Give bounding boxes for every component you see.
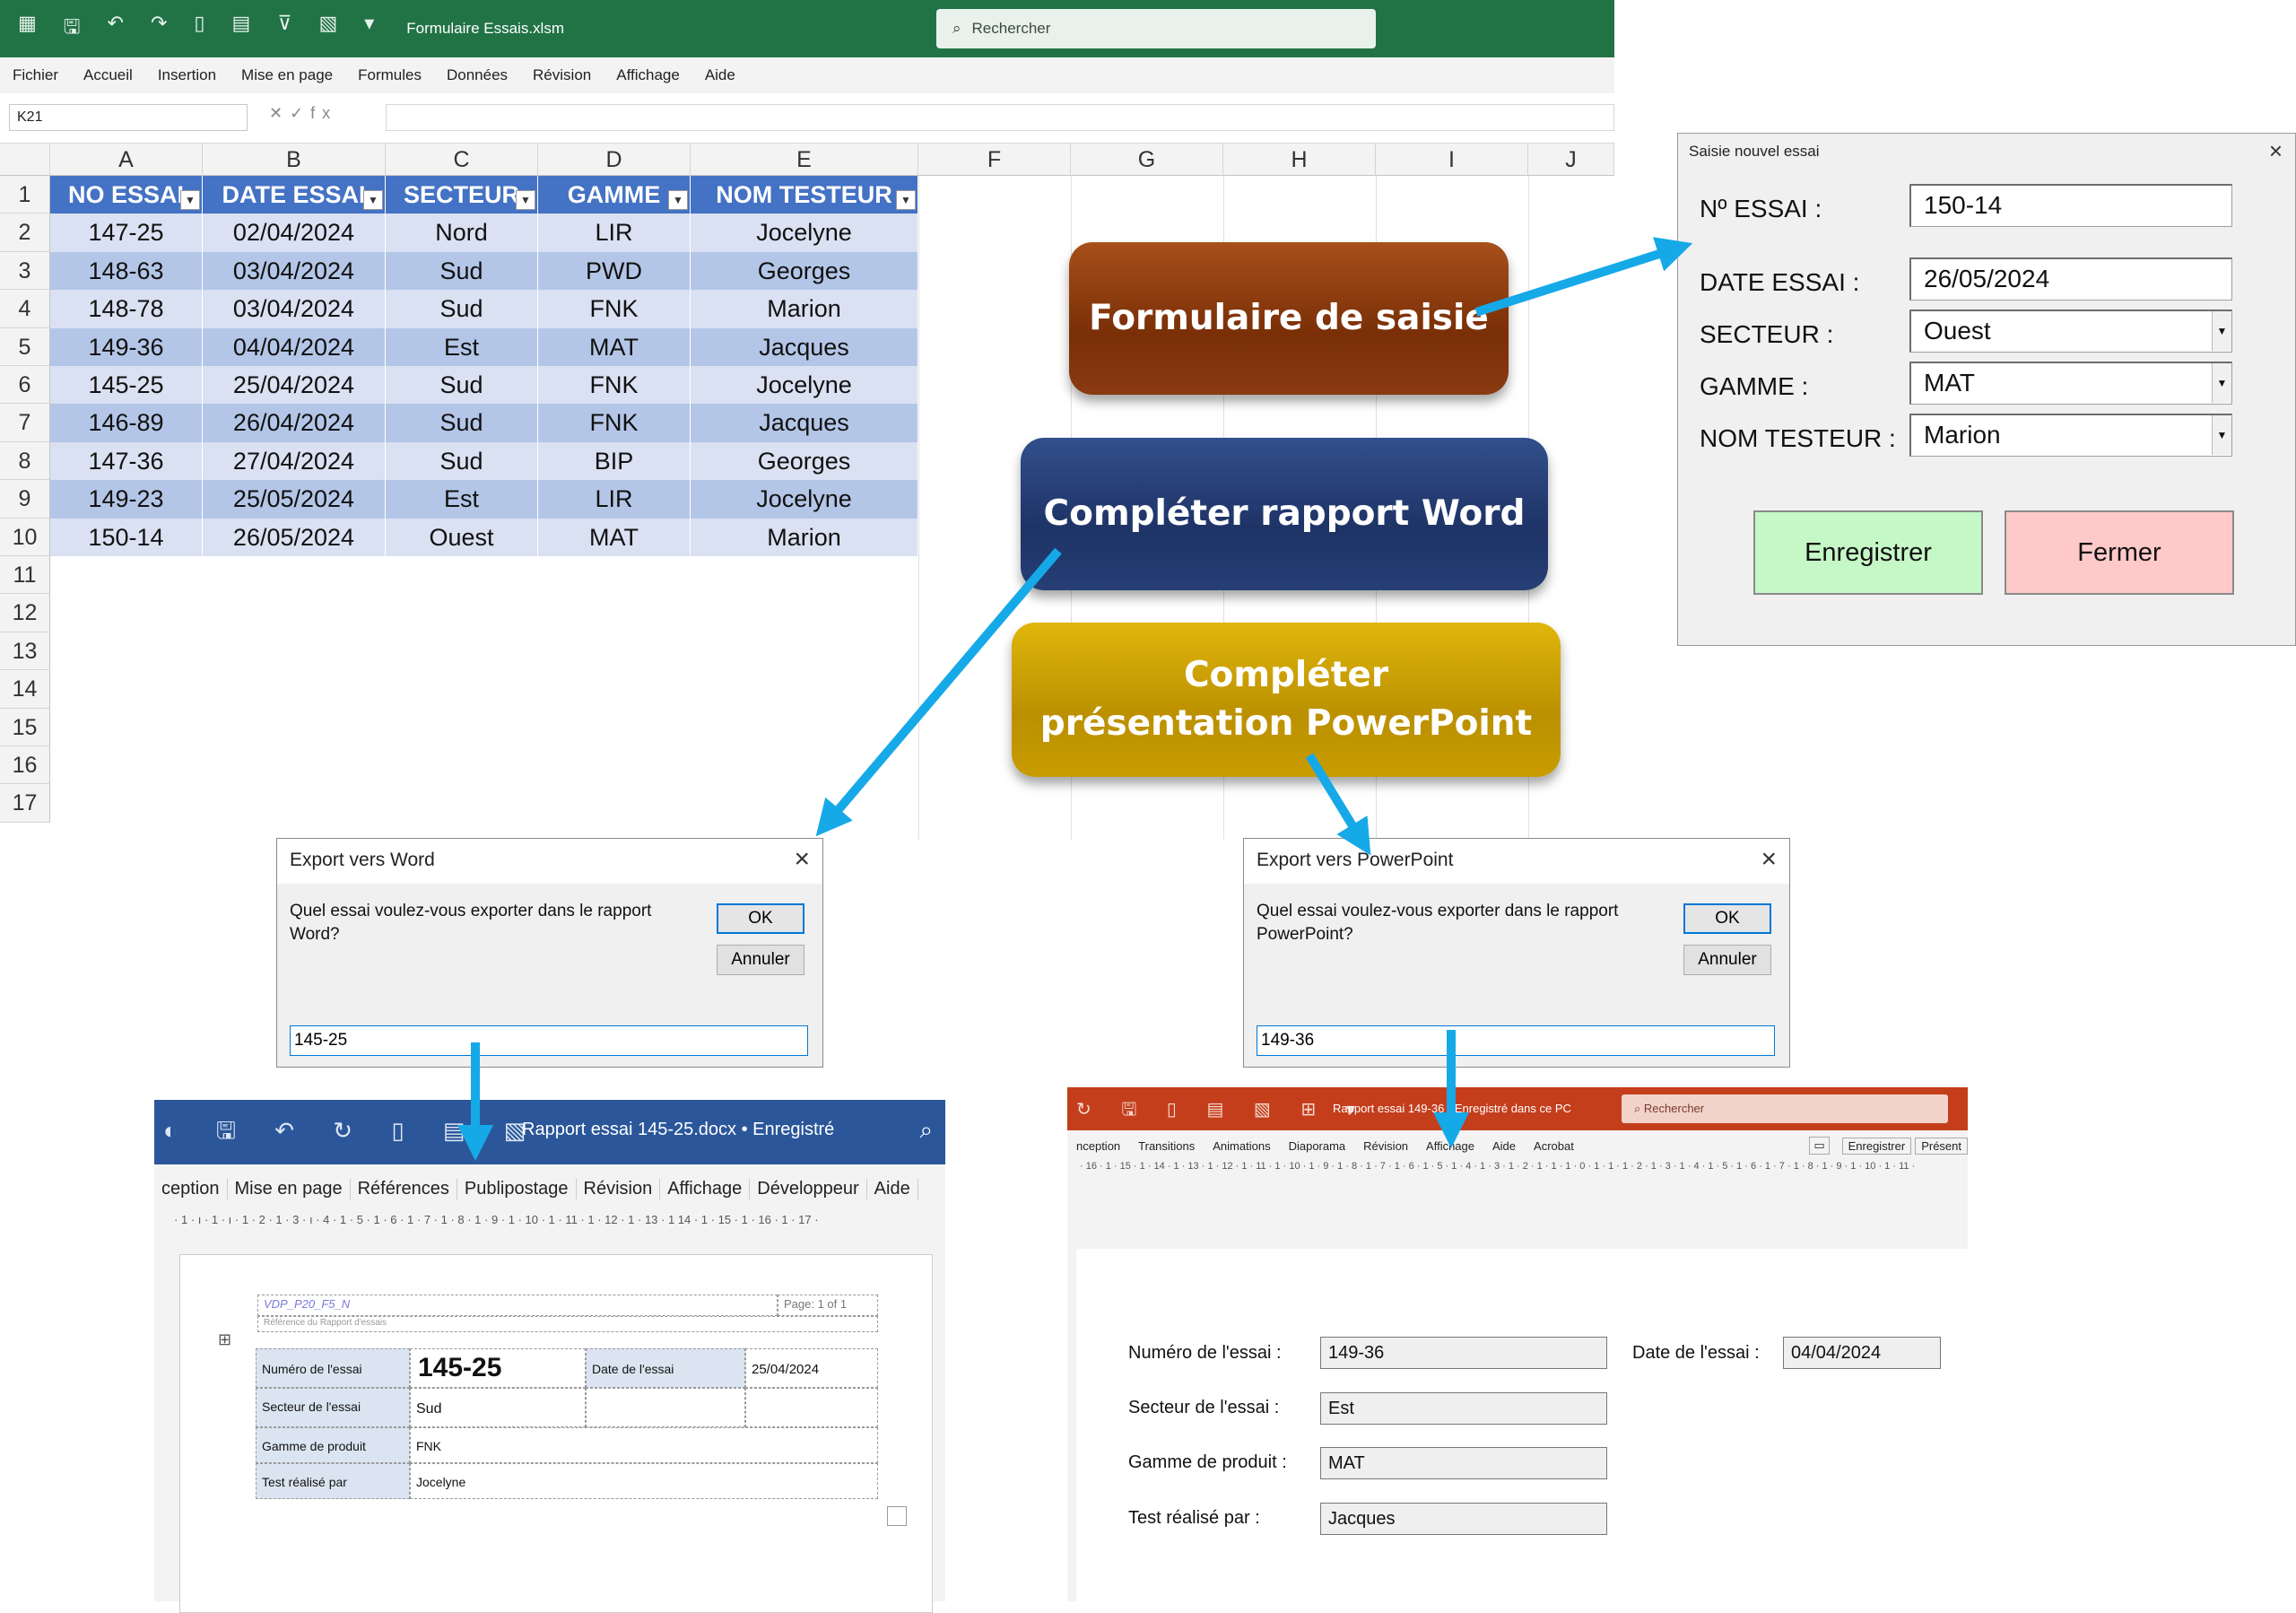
arrow-form-to-dialog <box>1474 237 1693 317</box>
arrow-ppt-button-to-dialog <box>1305 753 1371 856</box>
flow-arrows <box>457 237 1693 1161</box>
arrow-word-button-to-dialog <box>815 547 1062 837</box>
